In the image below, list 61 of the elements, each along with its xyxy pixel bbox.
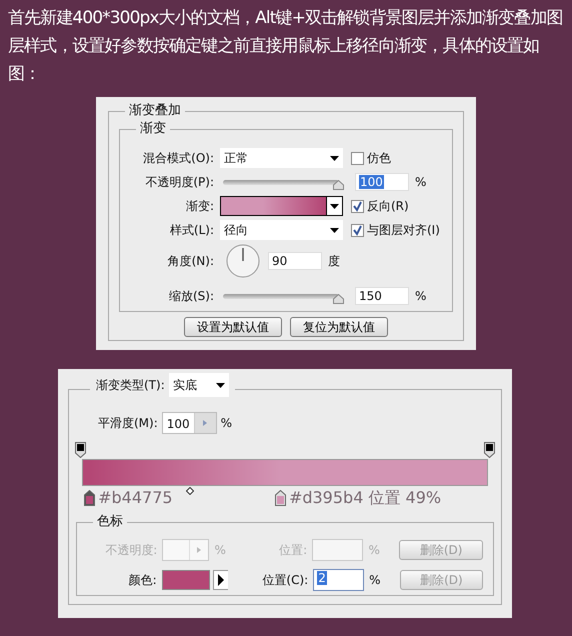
- color-stop-icon[interactable]: [84, 490, 96, 506]
- field-label: 平滑度(M):: [98, 415, 158, 432]
- field-label: 位置(C):: [261, 572, 308, 589]
- stop-annotation: #d395b4 位置 49%: [288, 487, 442, 509]
- unit-label: 度: [328, 253, 340, 270]
- unit-label: %: [369, 572, 382, 589]
- color-swatch[interactable]: [162, 570, 210, 590]
- field-label: 混合模式(O):: [142, 150, 215, 167]
- group-title: 色标: [93, 514, 127, 530]
- intro-paragraph: 首先新建400*300px大小的文档，Alt键+双击解锁背景图层并添加渐变叠加图层样式，设置好参数按确定键之前直接用鼠标上移径向渐变，具体的设置如图：: [7, 7, 564, 86]
- checkbox-label: 反向(R): [367, 198, 409, 215]
- dropdown[interactable]: 实底: [168, 373, 229, 397]
- number-field[interactable]: 90: [268, 252, 322, 270]
- stop-annotation: #b44775: [98, 487, 173, 509]
- unit-label: %: [214, 542, 226, 559]
- stepper-field[interactable]: [162, 539, 210, 561]
- checkbox[interactable]: [351, 200, 364, 212]
- group-title: 渐变叠加: [125, 103, 185, 119]
- unit-label: %: [220, 415, 232, 432]
- unit-label: %: [415, 174, 426, 191]
- checkbox-label: 与图层对齐(I): [367, 222, 440, 239]
- field-label: 缩放(S):: [168, 288, 215, 305]
- default-button[interactable]: 设置为默认值: [184, 317, 282, 337]
- checkbox-label: 仿色: [367, 150, 391, 167]
- field-label: 不透明度(P):: [144, 174, 215, 191]
- number-field[interactable]: 100: [355, 173, 409, 191]
- field-label: 位置:: [278, 542, 308, 559]
- dropdown[interactable]: 径向: [220, 220, 343, 240]
- dropdown[interactable]: 正常: [220, 148, 343, 168]
- caret-icon: [330, 228, 339, 232]
- dropdown-value: 径向: [224, 222, 248, 239]
- play-icon[interactable]: [213, 570, 228, 590]
- caret-icon: [216, 382, 225, 388]
- field-label: 颜色:: [128, 572, 157, 589]
- stepper-field[interactable]: 100: [162, 412, 217, 434]
- group-title: 渐变: [136, 121, 170, 137]
- default-button[interactable]: 复位为默认值: [290, 317, 388, 337]
- unit-label: %: [368, 542, 381, 559]
- dropdown-value: 实底: [172, 377, 197, 394]
- unit-label: %: [415, 288, 426, 305]
- field-label: 渐变:: [184, 198, 215, 215]
- field-label: 样式(L):: [168, 222, 215, 239]
- step-arrow-icon: [197, 547, 202, 553]
- angle-dial[interactable]: [226, 244, 260, 278]
- checkbox[interactable]: [351, 152, 364, 164]
- caret-icon: [330, 204, 339, 208]
- dropdown-value: 正常: [224, 150, 248, 167]
- gradient-swatch[interactable]: [220, 196, 343, 216]
- caret-icon: [330, 156, 339, 160]
- checkbox[interactable]: [351, 224, 364, 236]
- number-field[interactable]: [312, 539, 364, 561]
- opacity-stop-icon[interactable]: [75, 442, 86, 458]
- number-field[interactable]: 150: [355, 287, 409, 305]
- field-label: 渐变类型(T):: [96, 377, 165, 394]
- field-label: 不透明度:: [104, 542, 158, 559]
- color-stop-icon[interactable]: [274, 490, 286, 506]
- number-field[interactable]: 2: [313, 569, 364, 591]
- field-label: 角度(N):: [166, 253, 215, 270]
- slider-thumb[interactable]: [333, 180, 344, 190]
- slider-thumb[interactable]: [333, 294, 344, 304]
- opacity-stop-icon[interactable]: [484, 442, 495, 458]
